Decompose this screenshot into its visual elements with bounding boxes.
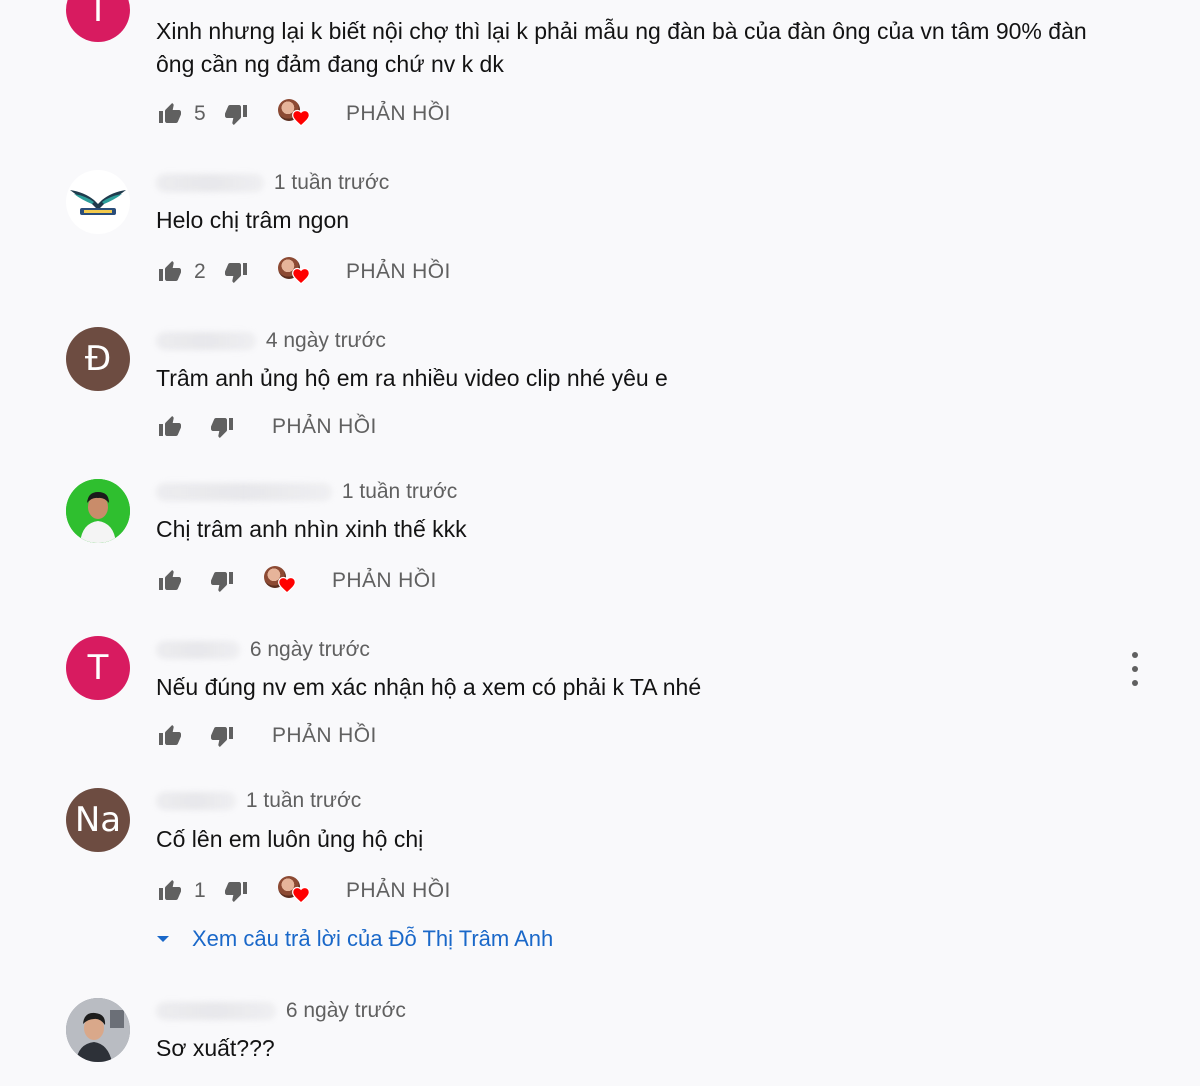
dislike-button[interactable]	[222, 877, 250, 905]
dislike-button[interactable]	[208, 413, 236, 441]
comment-meta: 6 ngày trước	[156, 638, 370, 662]
avatar[interactable]: Na	[66, 788, 130, 852]
comments-section: T Xinh nhưng lại k biết nội chợ thì lại …	[0, 0, 1200, 1086]
dislike-button[interactable]	[222, 100, 250, 128]
author-name[interactable]	[156, 483, 332, 502]
comment-meta: 4 ngày trước	[156, 329, 386, 353]
avatar[interactable]: Đ	[66, 327, 130, 391]
dislike-button[interactable]	[208, 722, 236, 750]
reply-button[interactable]: PHẢN HỒI	[272, 724, 377, 748]
comment-meta: 1 tuần trước	[156, 480, 457, 504]
author-name[interactable]	[156, 332, 256, 351]
thumb-down-icon	[211, 572, 233, 592]
thumb-up-icon	[159, 880, 181, 900]
view-replies-button[interactable]: Xem câu trả lời của Đỗ Thị Trâm Anh	[156, 926, 553, 952]
avatar[interactable]: T	[66, 636, 130, 700]
comment-text: Nếu đúng nv em xác nhận hộ a xem có phải…	[156, 674, 702, 700]
eagle-logo-icon	[70, 190, 126, 215]
comment-actions: 5 PHẢN HỒI	[156, 99, 451, 129]
comment-time[interactable]: 1 tuần trước	[342, 480, 457, 503]
reply-button[interactable]: PHẢN HỒI	[332, 569, 437, 593]
comment-meta: 6 ngày trước	[156, 999, 406, 1023]
like-count: 1	[194, 879, 206, 902]
comment-text: Trâm anh ủng hộ em ra nhiều video clip n…	[156, 365, 668, 391]
comment-text: Helo chị trâm ngon	[156, 207, 350, 233]
thumb-up-icon	[159, 570, 181, 590]
creator-heart-icon	[278, 876, 312, 906]
user-photo-icon	[66, 479, 130, 543]
avatar[interactable]: T	[66, 0, 130, 42]
reply-button[interactable]: PHẢN HỒI	[346, 879, 451, 903]
reply-button[interactable]: PHẢN HỒI	[272, 415, 377, 439]
creator-heart-icon	[278, 99, 312, 129]
author-name[interactable]	[156, 1002, 276, 1021]
reply-button[interactable]: PHẢN HỒI	[346, 102, 451, 126]
view-replies-label: Xem câu trả lời của Đỗ Thị Trâm Anh	[192, 926, 554, 951]
dislike-button[interactable]	[222, 258, 250, 286]
avatar-letter: T	[87, 648, 109, 688]
more-vert-icon[interactable]	[1122, 652, 1148, 686]
creator-heart-icon	[264, 566, 298, 596]
thumb-up-icon	[159, 416, 181, 436]
avatar[interactable]	[66, 998, 130, 1062]
user-photo-icon	[66, 998, 130, 1062]
comment-time[interactable]: 6 ngày trước	[250, 638, 370, 661]
like-button[interactable]	[156, 100, 184, 128]
avatar[interactable]	[66, 479, 130, 543]
like-button[interactable]	[156, 722, 184, 750]
thumb-up-icon	[159, 725, 181, 745]
comment-actions: PHẢN HỒI	[156, 566, 437, 596]
author-name[interactable]	[156, 792, 236, 811]
like-button[interactable]	[156, 258, 184, 286]
comment-text: Chị trâm anh nhìn xinh thế kkk	[156, 516, 467, 542]
creator-heart-icon	[278, 257, 312, 287]
like-button[interactable]	[156, 413, 184, 441]
author-name[interactable]	[156, 174, 264, 193]
like-button[interactable]	[156, 877, 184, 905]
thumb-down-icon	[211, 727, 233, 747]
avatar-letter: Na	[74, 800, 122, 840]
dislike-button[interactable]	[208, 567, 236, 595]
comment-text: Sơ xuất???	[156, 1035, 275, 1061]
comment-time[interactable]: 4 ngày trước	[266, 329, 386, 352]
thumb-down-icon	[211, 418, 233, 438]
thumb-up-icon	[159, 103, 181, 123]
like-button[interactable]	[156, 567, 184, 595]
like-count: 5	[194, 102, 206, 125]
thumb-down-icon	[225, 263, 247, 283]
thumb-down-icon	[225, 882, 247, 902]
comment-text: Xinh nhưng lại k biết nội chợ thì lại k …	[156, 18, 1087, 77]
comment-time[interactable]: 6 ngày trước	[286, 999, 406, 1022]
comment-actions: 2 PHẢN HỒI	[156, 257, 451, 287]
reply-button[interactable]: PHẢN HỒI	[346, 260, 451, 284]
avatar-letter: Đ	[84, 339, 112, 379]
comment-text: Cố lên em luôn ủng hộ chị	[156, 826, 424, 852]
like-count: 2	[194, 260, 206, 283]
author-name[interactable]	[156, 641, 240, 660]
comment-time[interactable]: 1 tuần trước	[246, 789, 361, 812]
comment-time[interactable]: 1 tuần trước	[274, 171, 389, 194]
avatar[interactable]	[66, 170, 130, 234]
comment-actions: 1 PHẢN HỒI	[156, 876, 451, 906]
comment-meta: 1 tuần trước	[156, 171, 389, 195]
comment-meta: 1 tuần trước	[156, 789, 361, 813]
thumb-down-icon	[225, 105, 247, 125]
thumb-up-icon	[159, 261, 181, 281]
comment-actions: PHẢN HỒI	[156, 721, 377, 751]
avatar-letter: T	[87, 0, 109, 30]
comment-actions: PHẢN HỒI	[156, 412, 377, 442]
caret-down-icon	[157, 936, 169, 942]
